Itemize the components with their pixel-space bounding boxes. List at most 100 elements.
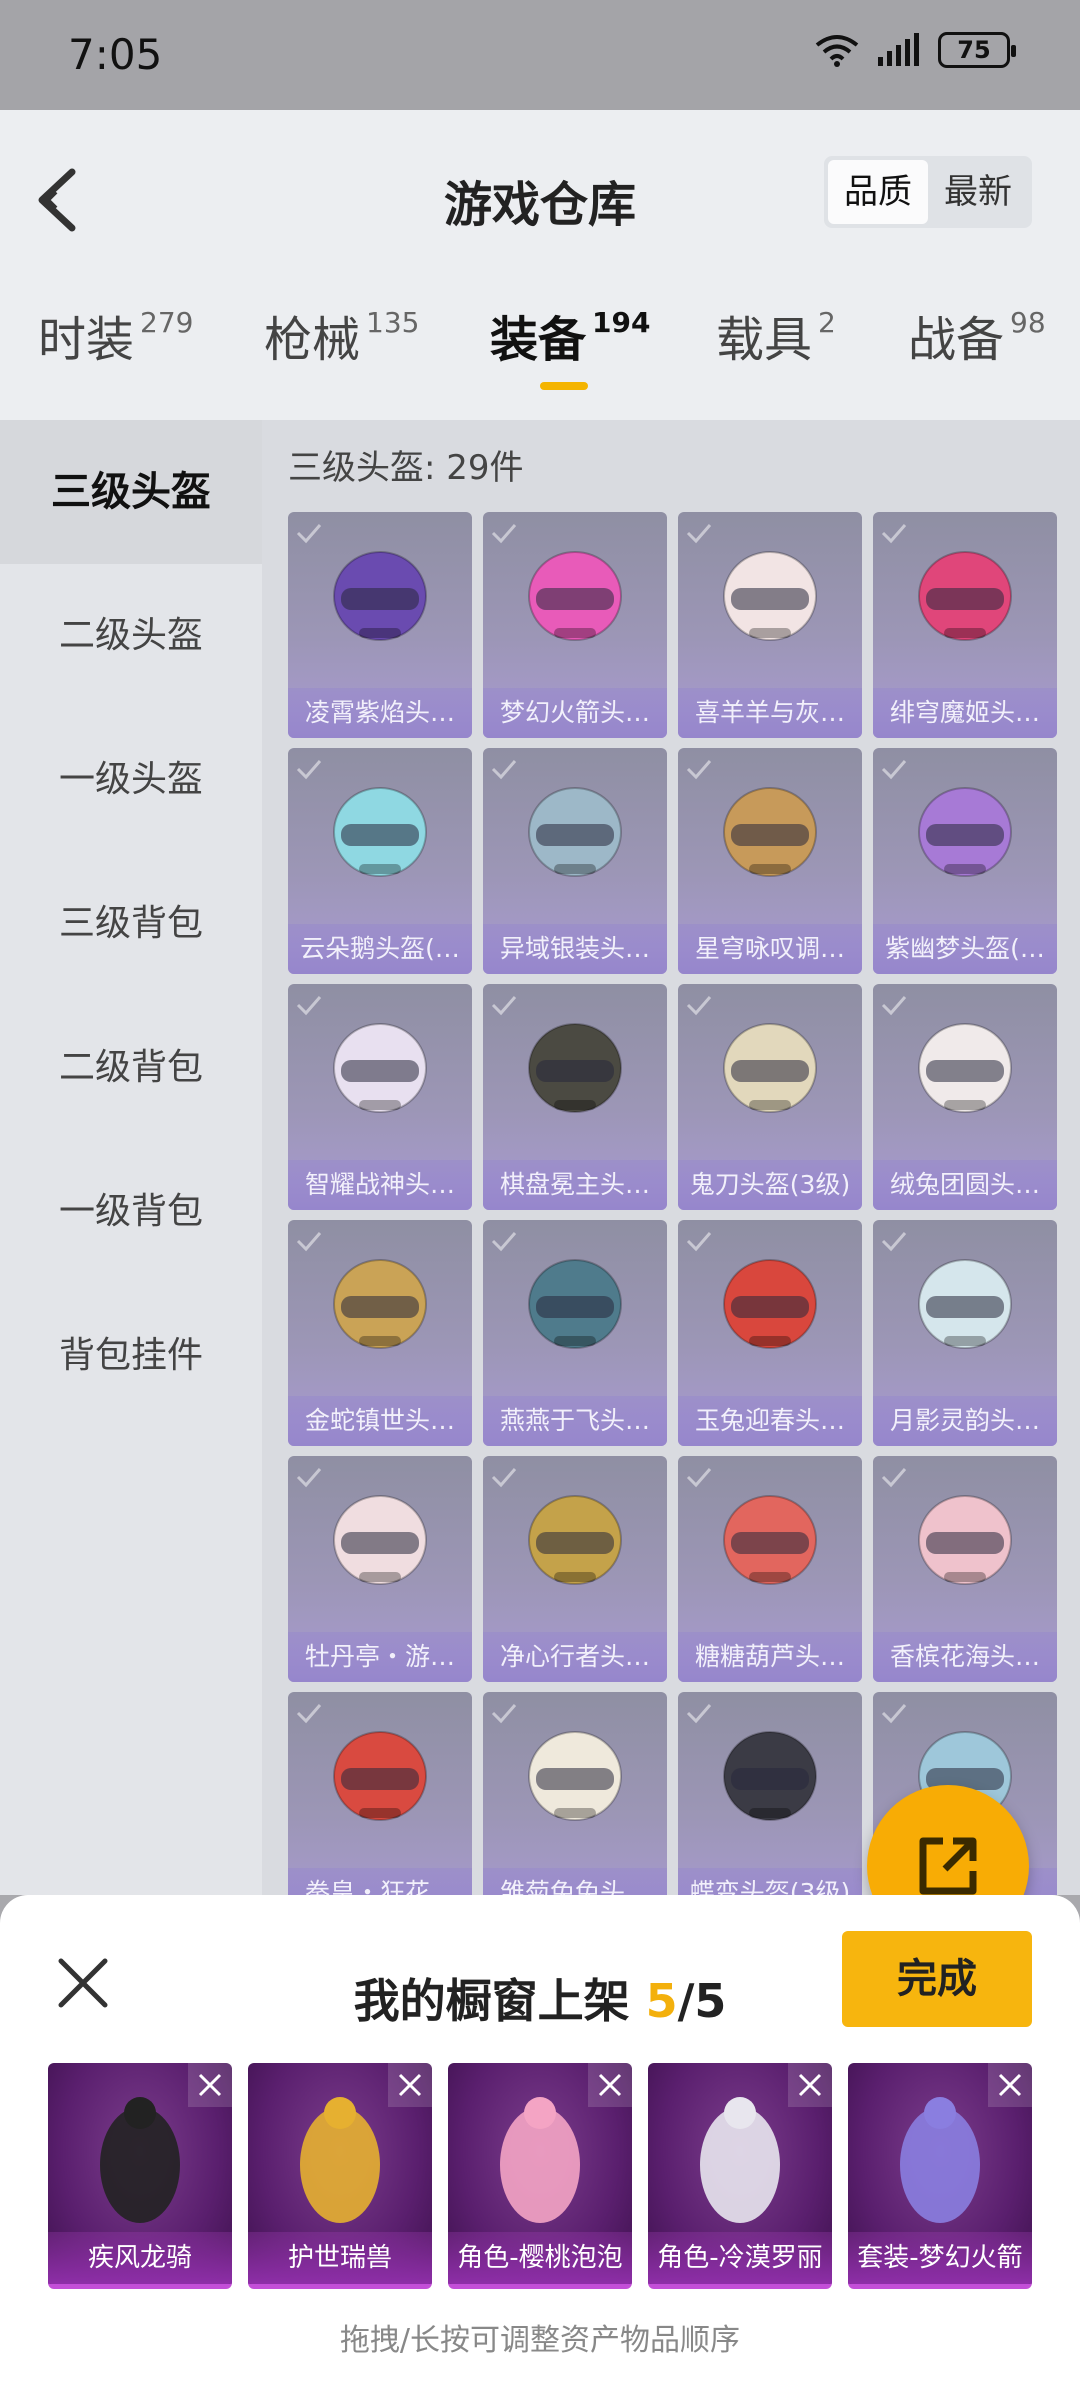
sort-latest-button[interactable]: 最新: [928, 160, 1028, 224]
sidebar: 三级头盔 二级头盔 一级头盔 三级背包 二级背包 一级背包 背包挂件: [0, 420, 262, 1895]
item-thumbnail-icon: [900, 2097, 980, 2223]
showcase-slot[interactable]: 套装-梦幻火箭: [848, 2063, 1032, 2289]
helmet-icon: [723, 787, 817, 877]
item-card[interactable]: 燕燕于飞头…: [483, 1220, 667, 1446]
slot-label: 疾风龙骑: [48, 2232, 232, 2284]
item-card[interactable]: 梦幻火箭头…: [483, 512, 667, 738]
item-name: 绯穹魔姬头…: [873, 688, 1057, 738]
wifi-icon: [815, 35, 859, 67]
status-icons: 75: [814, 32, 1016, 68]
item-name: 燕燕于飞头…: [483, 1396, 667, 1446]
helmet-icon: [528, 1023, 622, 1113]
showcase-slot[interactable]: 护世瑞兽: [248, 2063, 432, 2289]
sidebar-item-level2-backpack[interactable]: 二级背包: [0, 996, 262, 1140]
helmet-icon: [918, 551, 1012, 641]
item-count: 三级头盔: 29件: [288, 448, 524, 488]
item-thumbnail-icon: [300, 2097, 380, 2223]
helmet-icon: [723, 1731, 817, 1821]
showcase-slot[interactable]: 角色-冷漠罗丽: [648, 2063, 832, 2289]
item-card[interactable]: 凌霄紫焰头…: [288, 512, 472, 738]
header: 游戏仓库 品质 最新 时装 279 枪械 135 装备 194 载具 2 战备 98: [0, 110, 1080, 420]
item-card[interactable]: 糖糖葫芦头…: [678, 1456, 862, 1682]
helmet-icon: [333, 1495, 427, 1585]
helmet-icon: [918, 1023, 1012, 1113]
sidebar-item-level1-backpack[interactable]: 一级背包: [0, 1140, 262, 1284]
helmet-icon: [723, 1023, 817, 1113]
item-card[interactable]: 净心行者头…: [483, 1456, 667, 1682]
item-card[interactable]: 香槟花海头…: [873, 1456, 1057, 1682]
item-card[interactable]: 金蛇镇世头…: [288, 1220, 472, 1446]
helmet-icon: [918, 1259, 1012, 1349]
sidebar-item-level3-helmet[interactable]: 三级头盔: [0, 420, 262, 564]
helmet-icon: [918, 1495, 1012, 1585]
item-card[interactable]: 绒兔团圆头…: [873, 984, 1057, 1210]
item-card[interactable]: 绯穹魔姬头…: [873, 512, 1057, 738]
item-card[interactable]: 智耀战神头…: [288, 984, 472, 1210]
item-name: 凌霄紫焰头…: [288, 688, 472, 738]
battery-icon: 75: [938, 32, 1016, 68]
item-thumbnail-icon: [500, 2097, 580, 2223]
slot-label: 角色-樱桃泡泡: [448, 2232, 632, 2284]
item-card[interactable]: 云朵鹅头盔(…: [288, 748, 472, 974]
item-card[interactable]: 鬼刀头盔(3级): [678, 984, 862, 1210]
warehouse-page: 游戏仓库 品质 最新 时装 279 枪械 135 装备 194 载具 2 战备 98 三级…: [0, 110, 1080, 1895]
helmet-icon: [723, 551, 817, 641]
sidebar-item-backpack-charm[interactable]: 背包挂件: [0, 1284, 262, 1428]
item-card[interactable]: 蝶变头盔(3级): [678, 1692, 862, 1895]
item-name: 蝶变头盔(3级): [678, 1868, 862, 1895]
item-name: 云朵鹅头盔(…: [288, 924, 472, 974]
remove-icon[interactable]: [988, 2063, 1032, 2107]
item-card[interactable]: 月影灵韵头…: [873, 1220, 1057, 1446]
remove-icon[interactable]: [788, 2063, 832, 2107]
item-card[interactable]: 雏菊兔兔头…: [483, 1692, 667, 1895]
helmet-icon: [333, 551, 427, 641]
item-name: 绒兔团圆头…: [873, 1160, 1057, 1210]
item-card[interactable]: 玉兔迎春头…: [678, 1220, 862, 1446]
item-card[interactable]: 异域银装头…: [483, 748, 667, 974]
sidebar-item-level1-helmet[interactable]: 一级头盔: [0, 708, 262, 852]
external-link-icon: [919, 1837, 977, 1895]
active-tab-indicator: [540, 382, 588, 390]
helmet-icon: [528, 1731, 622, 1821]
item-grid: 凌霄紫焰头… 梦幻火箭头… 喜羊羊与灰… 绯穹魔姬头… 云朵鹅头盔(… 异域银装头… 星穹咏…: [288, 512, 1057, 1895]
showcase-slots: 疾风龙骑 护世瑞兽 角色-樱桃泡泡 角色-冷漠罗丽 套装-梦幻火箭: [48, 2063, 1032, 2289]
helmet-icon: [528, 787, 622, 877]
item-name: 喜羊羊与灰…: [678, 688, 862, 738]
showcase-slot[interactable]: 疾风龙骑: [48, 2063, 232, 2289]
sidebar-item-level2-helmet[interactable]: 二级头盔: [0, 564, 262, 708]
tab-guns[interactable]: 枪械 135: [264, 300, 419, 370]
tab-supplies[interactable]: 战备 98: [908, 300, 1046, 370]
helmet-icon: [333, 787, 427, 877]
item-card[interactable]: 拳皇・狂花…: [288, 1692, 472, 1895]
item-name: 雏菊兔兔头…: [483, 1868, 667, 1895]
showcase-slot[interactable]: 角色-樱桃泡泡: [448, 2063, 632, 2289]
helmet-icon: [333, 1731, 427, 1821]
slot-label: 护世瑞兽: [248, 2232, 432, 2284]
done-button[interactable]: 完成: [842, 1931, 1032, 2027]
tab-fashion[interactable]: 时装 279: [38, 300, 193, 370]
helmet-icon: [528, 1259, 622, 1349]
helmet-icon: [528, 551, 622, 641]
sort-quality-button[interactable]: 品质: [828, 160, 928, 224]
tab-equipment[interactable]: 装备 194: [490, 300, 650, 370]
item-thumbnail-icon: [100, 2097, 180, 2223]
remove-icon[interactable]: [388, 2063, 432, 2107]
remove-icon[interactable]: [188, 2063, 232, 2107]
item-card[interactable]: 紫幽梦头盔(…: [873, 748, 1057, 974]
reorder-hint: 拖拽/长按可调整资产物品顺序: [339, 2323, 741, 2358]
item-name: 棋盘冕主头…: [483, 1160, 667, 1210]
helmet-icon: [723, 1259, 817, 1349]
item-name: 牡丹亭・游…: [288, 1632, 472, 1682]
status-bar: 7:05 75: [0, 0, 1080, 110]
item-card[interactable]: 牡丹亭・游…: [288, 1456, 472, 1682]
helmet-icon: [723, 1495, 817, 1585]
item-card[interactable]: 喜羊羊与灰…: [678, 512, 862, 738]
item-card[interactable]: 棋盘冕主头…: [483, 984, 667, 1210]
item-card[interactable]: 星穹咏叹调…: [678, 748, 862, 974]
sort-toggle: 品质 最新: [824, 156, 1032, 228]
sidebar-item-level3-backpack[interactable]: 三级背包: [0, 852, 262, 996]
item-name: 玉兔迎春头…: [678, 1396, 862, 1446]
item-name: 金蛇镇世头…: [288, 1396, 472, 1446]
tab-vehicles[interactable]: 载具 2: [716, 300, 836, 370]
remove-icon[interactable]: [588, 2063, 632, 2107]
